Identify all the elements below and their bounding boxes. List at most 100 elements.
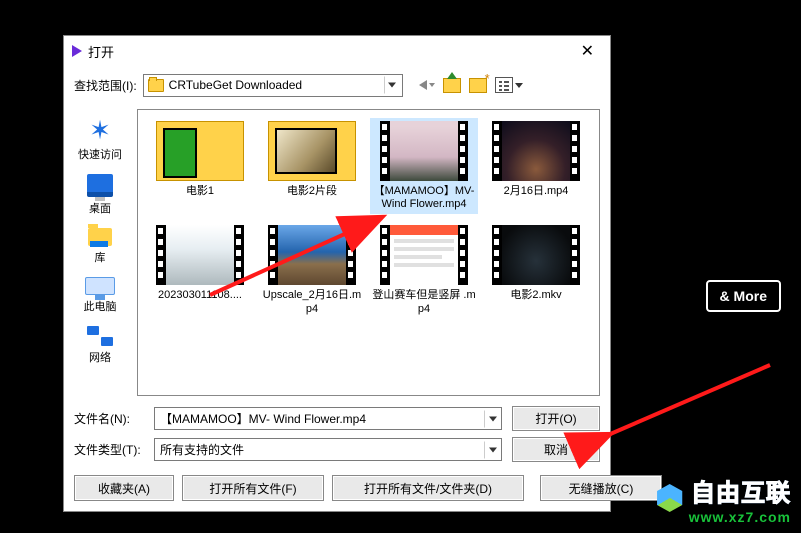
file-item[interactable]: Upscale_2月16日.mp4 <box>258 222 366 318</box>
video-frame-preview <box>390 121 458 181</box>
filmstrip-icon <box>570 225 580 285</box>
video-frame-preview <box>502 225 570 285</box>
file-item[interactable]: 2月16日.mp4 <box>482 118 590 214</box>
file-item[interactable]: 电影2片段 <box>258 118 366 214</box>
video-thumbnail-icon <box>156 225 244 285</box>
open-all-files-folders-button[interactable]: 打开所有文件/文件夹(D) <box>332 475 524 501</box>
watermark-logo-icon <box>656 484 684 512</box>
place-label: 桌面 <box>89 200 111 216</box>
filmstrip-icon <box>234 225 244 285</box>
filetype-select[interactable]: 所有支持的文件 <box>154 438 502 461</box>
file-item[interactable]: 202303011108.... <box>146 222 254 318</box>
filmstrip-icon <box>380 225 390 285</box>
desktop-icon <box>87 174 113 197</box>
window-title: 打开 <box>88 42 573 61</box>
library-icon <box>88 228 112 246</box>
place-label: 此电脑 <box>84 298 117 314</box>
place-quick-access[interactable]: ✶ 快速访问 <box>78 117 122 162</box>
video-frame-preview <box>390 225 458 285</box>
place-label: 网络 <box>89 349 111 365</box>
lookin-value: CRTubeGet Downloaded <box>169 78 302 92</box>
video-thumbnail-icon <box>492 121 580 181</box>
arrow-left-icon <box>419 80 427 90</box>
places-bar: ✶ 快速访问 桌面 库 此电脑 网络 <box>64 109 137 402</box>
place-network[interactable]: 网络 <box>87 326 113 365</box>
file-label: 2月16日.mp4 <box>504 185 569 198</box>
favorites-button[interactable]: 收藏夹(A) <box>74 475 174 501</box>
file-item[interactable]: 电影2.mkv <box>482 222 590 318</box>
up-one-level-button[interactable] <box>443 78 461 93</box>
filename-label: 文件名(N): <box>74 410 144 427</box>
chevron-down-icon[interactable] <box>384 77 400 94</box>
chevron-down-icon <box>429 83 435 87</box>
filename-filetype-area: 文件名(N): 【MAMAMOO】MV- Wind Flower.mp4 打开(… <box>64 402 610 466</box>
filmstrip-icon <box>380 121 390 181</box>
file-label: 202303011108.... <box>158 289 242 302</box>
filmstrip-icon <box>268 225 278 285</box>
video-frame-preview <box>278 225 346 285</box>
filmstrip-icon <box>458 225 468 285</box>
new-folder-button[interactable] <box>469 78 487 93</box>
file-list[interactable]: 电影1 电影2片段 【MAMAMOO】MV- Wind Flower.mp4 2月16… <box>137 109 600 396</box>
filmstrip-icon <box>492 121 502 181</box>
video-thumbnail-icon <box>380 121 468 181</box>
file-item[interactable]: 电影1 <box>146 118 254 214</box>
filmstrip-icon <box>156 225 166 285</box>
place-this-pc[interactable]: 此电脑 <box>84 277 117 314</box>
chevron-down-icon <box>515 83 523 88</box>
video-thumbnail-icon <box>492 225 580 285</box>
place-label: 快速访问 <box>78 146 122 162</box>
file-label: 电影2.mkv <box>510 289 561 302</box>
filetype-label: 文件类型(T): <box>74 441 144 458</box>
place-label: 库 <box>95 249 106 265</box>
close-icon: ✕ <box>581 43 594 60</box>
lookin-combo[interactable]: CRTubeGet Downloaded <box>143 74 403 97</box>
video-thumbnail-icon <box>268 225 356 285</box>
chevron-down-icon[interactable] <box>484 410 500 427</box>
pc-icon <box>85 277 115 295</box>
video-thumbnail-icon <box>380 225 468 285</box>
app-play-icon <box>72 45 82 57</box>
filmstrip-icon <box>346 225 356 285</box>
folder-icon <box>148 79 164 92</box>
file-label: 【MAMAMOO】MV- Wind Flower.mp4 <box>372 185 476 211</box>
file-item[interactable]: 【MAMAMOO】MV- Wind Flower.mp4 <box>370 118 478 214</box>
filename-input[interactable]: 【MAMAMOO】MV- Wind Flower.mp4 <box>154 407 502 430</box>
close-button[interactable]: ✕ <box>573 39 602 63</box>
file-label: 电影1 <box>186 185 214 198</box>
video-frame-preview <box>166 225 234 285</box>
filmstrip-icon <box>458 121 468 181</box>
folder-thumbnail-icon <box>268 121 356 181</box>
file-item[interactable]: 登山赛车但是竖屏 .mp4 <box>370 222 478 318</box>
chevron-down-icon[interactable] <box>484 441 500 458</box>
cancel-button[interactable]: 取消 <box>512 437 600 462</box>
context-more-button[interactable]: & More <box>706 280 781 312</box>
open-all-files-button[interactable]: 打开所有文件(F) <box>182 475 324 501</box>
back-button[interactable] <box>419 80 435 90</box>
open-button[interactable]: 打开(O) <box>512 406 600 431</box>
titlebar: 打开 ✕ <box>64 36 610 66</box>
filmstrip-icon <box>492 225 502 285</box>
video-frame-preview <box>502 121 570 181</box>
watermark-text: 自由互联 <box>691 480 791 507</box>
seamless-play-button[interactable]: 无缝播放(C) <box>540 475 662 501</box>
list-view-icon <box>495 77 513 93</box>
watermark: 自由互联 www.xz7.com <box>656 473 791 525</box>
quick-access-icon: ✶ <box>89 117 111 143</box>
open-file-dialog: 打开 ✕ 查找范围(I): CRTubeGet Downloaded <box>63 35 611 512</box>
dialog-body: ✶ 快速访问 桌面 库 此电脑 网络 电影1 电影2片段 【MAMAMOO】MV- … <box>64 108 610 402</box>
filetype-value: 所有支持的文件 <box>160 441 244 458</box>
place-desktop[interactable]: 桌面 <box>87 174 113 216</box>
nav-toolbar <box>419 77 523 93</box>
file-label: 电影2片段 <box>287 185 337 198</box>
view-mode-button[interactable] <box>495 77 523 93</box>
file-label: 登山赛车但是竖屏 .mp4 <box>372 289 476 315</box>
lookin-label: 查找范围(I): <box>74 77 137 94</box>
network-icon <box>87 326 113 346</box>
place-library[interactable]: 库 <box>88 228 112 265</box>
filename-value: 【MAMAMOO】MV- Wind Flower.mp4 <box>160 410 366 427</box>
bottom-button-bar: 收藏夹(A) 打开所有文件(F) 打开所有文件/文件夹(D) 无缝播放(C) <box>64 466 610 511</box>
lookin-row: 查找范围(I): CRTubeGet Downloaded <box>64 66 610 108</box>
file-label: Upscale_2月16日.mp4 <box>260 289 364 315</box>
annotation-arrow-2 <box>600 365 780 458</box>
